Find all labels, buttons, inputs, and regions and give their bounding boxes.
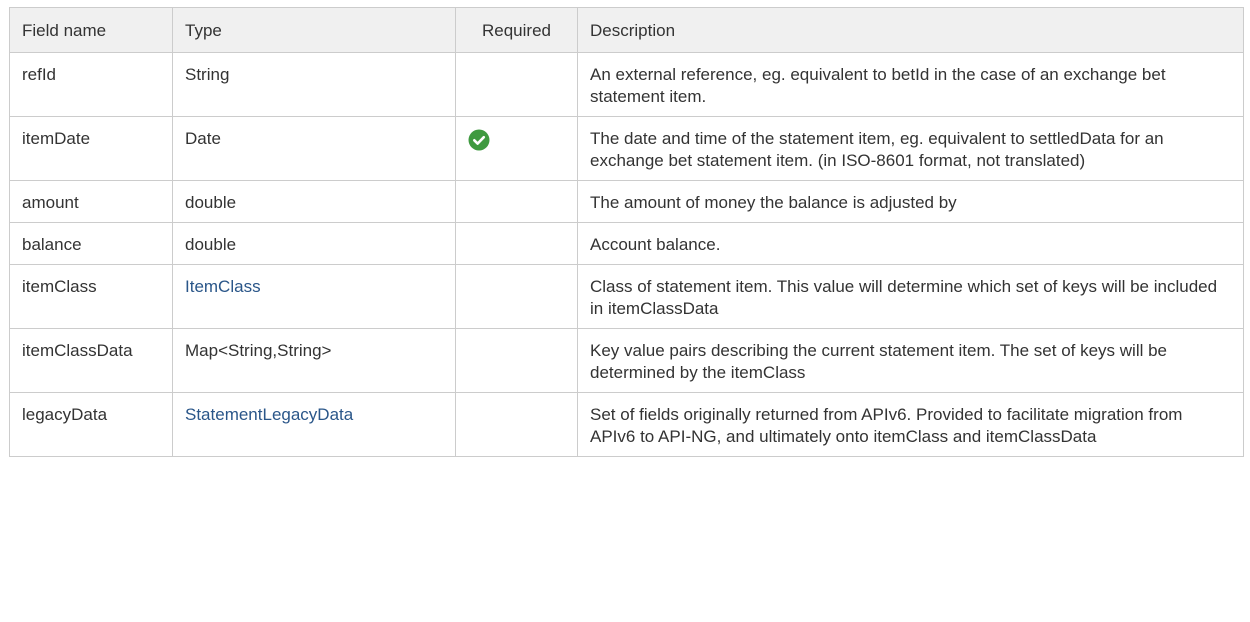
table-row: amount double The amount of money the bala… [9,180,1244,223]
field-name-cell: balance [9,222,173,265]
table-body: refId String An external reference, eg. eq… [9,52,1244,457]
table-row: itemDate Date The date and time of the sta… [9,116,1244,181]
type-cell: Map<String,String> [172,328,456,393]
required-cell [455,392,578,457]
description-cell: The date and time of the statement item,… [577,116,1244,181]
header-field-name: Field name [9,7,173,53]
required-cell [455,328,578,393]
type-cell: Date [172,116,456,181]
type-cell: String [172,52,456,117]
check-circle-icon [468,129,490,151]
field-name-cell: itemClassData [9,328,173,393]
description-cell: Key value pairs describing the current s… [577,328,1244,393]
table-row: balance double Account balance. [9,222,1244,265]
description-cell: An external reference, eg. equivalent to… [577,52,1244,117]
table-row: itemClassData Map<String,String> Key value… [9,328,1244,393]
description-cell: Set of fields originally returned from A… [577,392,1244,457]
field-name-cell: itemDate [9,116,173,181]
type-cell: ItemClass [172,264,456,329]
required-cell [455,52,578,117]
type-cell: double [172,222,456,265]
description-cell: Account balance. [577,222,1244,265]
required-cell [455,222,578,265]
required-cell [455,116,578,181]
table-header: Field name Type Required Description [9,7,1244,53]
type-cell: double [172,180,456,223]
field-name-cell: legacyData [9,392,173,457]
field-name-cell: itemClass [9,264,173,329]
page: Field name Type Required Description ref… [0,0,1250,622]
type-link[interactable]: StatementLegacyData [185,405,353,424]
description-cell: Class of statement item. This value will… [577,264,1244,329]
field-name-cell: amount [9,180,173,223]
field-name-cell: refId [9,52,173,117]
type-cell: StatementLegacyData [172,392,456,457]
description-cell: The amount of money the balance is adjus… [577,180,1244,223]
header-type: Type [172,7,456,53]
header-required: Required [455,7,578,53]
table-row: itemClass ItemClass Class of statement ite… [9,264,1244,329]
type-link[interactable]: ItemClass [185,277,261,296]
header-description: Description [577,7,1244,53]
table-row: refId String An external reference, eg. eq… [9,52,1244,117]
table-row: legacyData StatementLegacyData Set of fiel… [9,392,1244,457]
fields-table: Field name Type Required Description ref… [9,7,1244,457]
required-cell [455,180,578,223]
header-row: Field name Type Required Description [9,7,1244,53]
required-cell [455,264,578,329]
